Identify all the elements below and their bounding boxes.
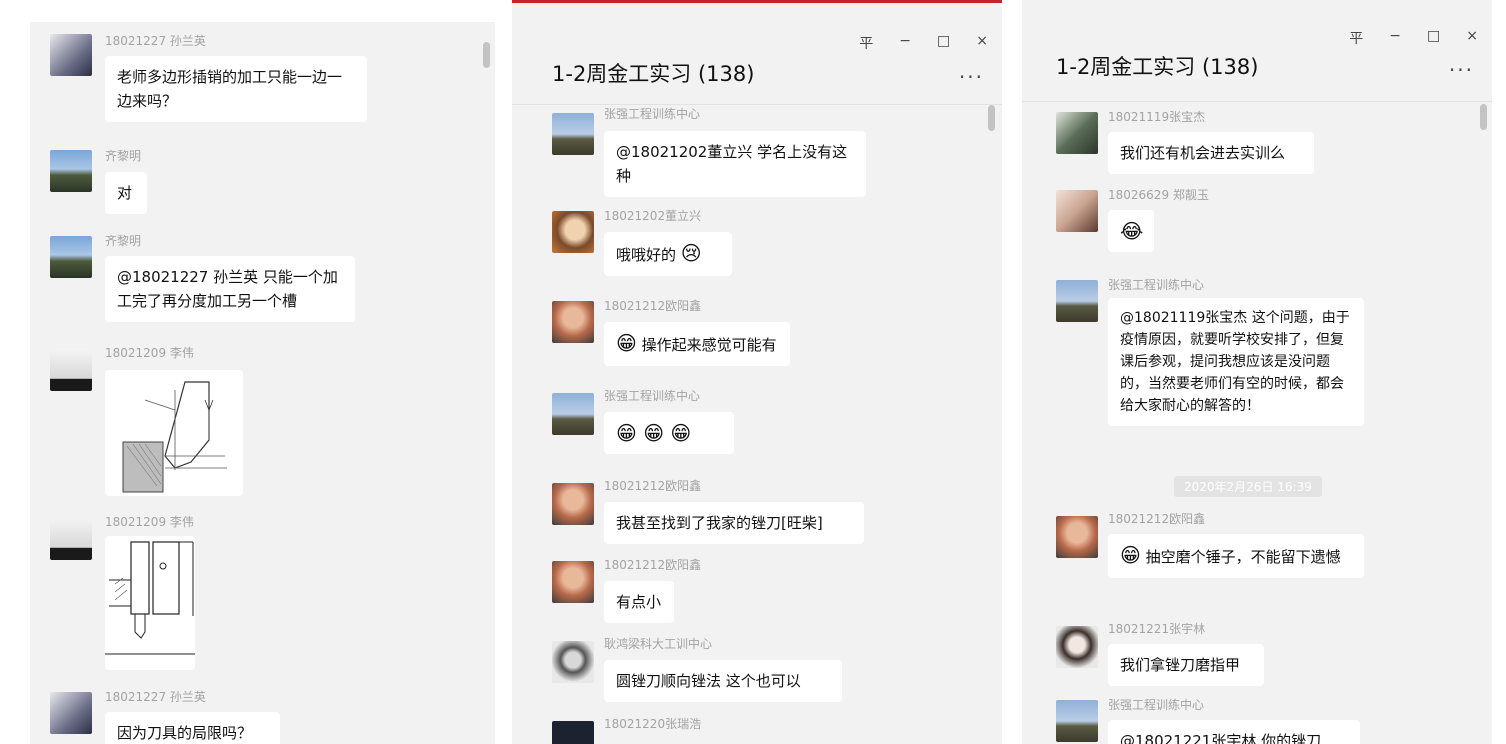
minimize-icon[interactable]: −: [1389, 28, 1401, 48]
avatar[interactable]: [552, 483, 594, 525]
message-bubble[interactable]: 有点小: [604, 581, 674, 623]
avatar[interactable]: [50, 236, 92, 278]
avatar[interactable]: [50, 692, 92, 734]
message-bubble[interactable]: 😁 操作起来感觉可能有: [604, 322, 790, 366]
avatar[interactable]: [50, 349, 92, 391]
more-options-icon[interactable]: ···: [959, 65, 984, 89]
message-bubble[interactable]: @18021202董立兴 学名上没有这种: [604, 131, 866, 197]
avatar[interactable]: [552, 641, 594, 683]
message-bubble[interactable]: 😂: [1108, 210, 1154, 252]
message-bubble[interactable]: 对: [105, 172, 147, 214]
close-icon[interactable]: ×: [1466, 28, 1478, 48]
message-list[interactable]: 18021119张宝杰 我们还有机会进去实训么 18026629 郑靓玉 😂 张…: [1022, 102, 1492, 744]
grin-emoji-icon: 😁: [1120, 543, 1141, 567]
chat-panel-left: 18021227 孙兰英 老师多边形插销的加工只能一边一边来吗？ 齐黎明 对 齐…: [30, 22, 495, 744]
group-title: 1-2周金工实习 (138): [1056, 55, 1259, 79]
avatar[interactable]: [1056, 626, 1098, 668]
machining-diagram-1-icon: [122, 381, 227, 493]
sender-name: 18021209 李伟: [105, 346, 194, 360]
sender-name: 齐黎明: [105, 149, 142, 163]
message-bubble[interactable]: 因为刀具的局限吗？: [105, 712, 280, 744]
sender-name: 18021212欧阳鑫: [1108, 512, 1206, 526]
message-bubble[interactable]: @18021227 孙兰英 只能一个加工完了再分度加工另一个槽: [105, 256, 355, 322]
avatar[interactable]: [1056, 280, 1098, 322]
group-title: 1-2周金工实习 (138): [552, 62, 755, 86]
sender-name: 18021227 孙兰英: [105, 34, 206, 48]
message-bubble[interactable]: 我们还有机会进去实训么: [1108, 132, 1314, 174]
message-bubble[interactable]: 我们拿锉刀磨指甲: [1108, 644, 1264, 686]
avatar[interactable]: [1056, 112, 1098, 154]
message-bubble[interactable]: 老师多边形插销的加工只能一边一边来吗？: [105, 56, 367, 122]
pin-icon[interactable]: 平: [1349, 28, 1363, 48]
avatar[interactable]: [552, 113, 594, 155]
window-controls: 平 − □ ×: [859, 33, 988, 53]
message-bubble[interactable]: @18021119张宝杰 这个问题，由于疫情原因，就要听学校安排了，但复课后参观…: [1108, 298, 1364, 426]
avatar[interactable]: [50, 518, 92, 560]
message-list[interactable]: 张强工程训练中心 @18021202董立兴 学名上没有这种 18021202董立…: [512, 105, 1002, 744]
avatar[interactable]: [552, 211, 594, 253]
title-bar: 1-2周金工实习 (138) 平 − □ × ···: [1022, 0, 1492, 102]
sender-name: 18021212欧阳鑫: [604, 479, 702, 493]
sender-name: 张强工程训练中心: [1108, 698, 1205, 712]
scrollbar-thumb[interactable]: [1480, 104, 1487, 130]
avatar[interactable]: [552, 721, 594, 744]
close-icon[interactable]: ×: [976, 33, 988, 53]
message-text: 操作起来感觉可能有: [641, 336, 777, 354]
minimize-icon[interactable]: −: [899, 33, 911, 53]
avatar[interactable]: [1056, 700, 1098, 742]
message-list[interactable]: 18021227 孙兰英 老师多边形插销的加工只能一边一边来吗？ 齐黎明 对 齐…: [30, 22, 495, 744]
avatar[interactable]: [1056, 516, 1098, 558]
sender-name: 张强工程训练中心: [1108, 278, 1205, 292]
sender-name: 张强工程训练中心: [604, 107, 701, 121]
chat-window-right: 1-2周金工实习 (138) 平 − □ × ··· 18021119张宝杰 我…: [1022, 0, 1492, 744]
message-text: 抽空磨个锤子，不能留下遗憾: [1145, 548, 1341, 566]
sender-name: 18021227 孙兰英: [105, 690, 206, 704]
maximize-icon[interactable]: □: [937, 33, 950, 53]
crying-emoji-icon: 😢: [680, 241, 702, 265]
title-bar: 1-2周金工实习 (138) 平 − □ × ···: [512, 3, 1002, 105]
sender-name: 张强工程训练中心: [604, 389, 701, 403]
avatar[interactable]: [1056, 190, 1098, 232]
grin-emoji-icon: 😁: [616, 331, 637, 355]
machining-diagram-image[interactable]: [105, 370, 243, 496]
avatar[interactable]: [552, 301, 594, 343]
message-text: 哦哦好的: [616, 246, 677, 264]
avatar[interactable]: [50, 150, 92, 192]
avatar[interactable]: [552, 561, 594, 603]
message-bubble[interactable]: @18021221张宇林 你的锉刀: [1108, 720, 1360, 744]
sender-name: 18021212欧阳鑫: [604, 558, 702, 572]
sender-name: 耿鸿梁科大工训中心: [604, 637, 713, 651]
message-bubble[interactable]: 哦哦好的 😢: [604, 232, 732, 276]
more-options-icon[interactable]: ···: [1449, 58, 1474, 82]
message-bubble[interactable]: 圆锉刀顺向锉法 这个也可以: [604, 660, 842, 702]
message-bubble[interactable]: 😁 抽空磨个锤子，不能留下遗憾: [1108, 534, 1364, 578]
sender-name: 18021119张宝杰: [1108, 110, 1206, 124]
sender-name: 18021212欧阳鑫: [604, 299, 702, 313]
machining-diagram-2-icon: [105, 541, 195, 655]
window-controls: 平 − □ ×: [1349, 28, 1478, 48]
sender-name: 18021202董立兴: [604, 209, 702, 223]
message-bubble[interactable]: 我甚至找到了我家的锉刀[旺柴]: [604, 502, 864, 544]
timestamp-badge: 2020年2月26日 16:39: [1174, 476, 1322, 497]
sender-name: 18021220张瑞浩: [604, 717, 702, 731]
chat-window-middle: 1-2周金工实习 (138) 平 − □ × ··· 张强工程训练中心 @180…: [512, 0, 1002, 744]
sender-name: 齐黎明: [105, 234, 142, 248]
machining-diagram-image[interactable]: [105, 536, 195, 670]
sender-name: 18021209 李伟: [105, 515, 194, 529]
avatar[interactable]: [552, 393, 594, 435]
sender-name: 18021221张宇林: [1108, 622, 1206, 636]
message-bubble[interactable]: 😁 😁 😁: [604, 412, 734, 454]
pin-icon[interactable]: 平: [859, 33, 873, 53]
sender-name: 18026629 郑靓玉: [1108, 188, 1209, 202]
maximize-icon[interactable]: □: [1427, 28, 1440, 48]
avatar[interactable]: [50, 34, 92, 76]
scrollbar-thumb[interactable]: [483, 42, 490, 68]
scrollbar-thumb[interactable]: [988, 105, 995, 131]
